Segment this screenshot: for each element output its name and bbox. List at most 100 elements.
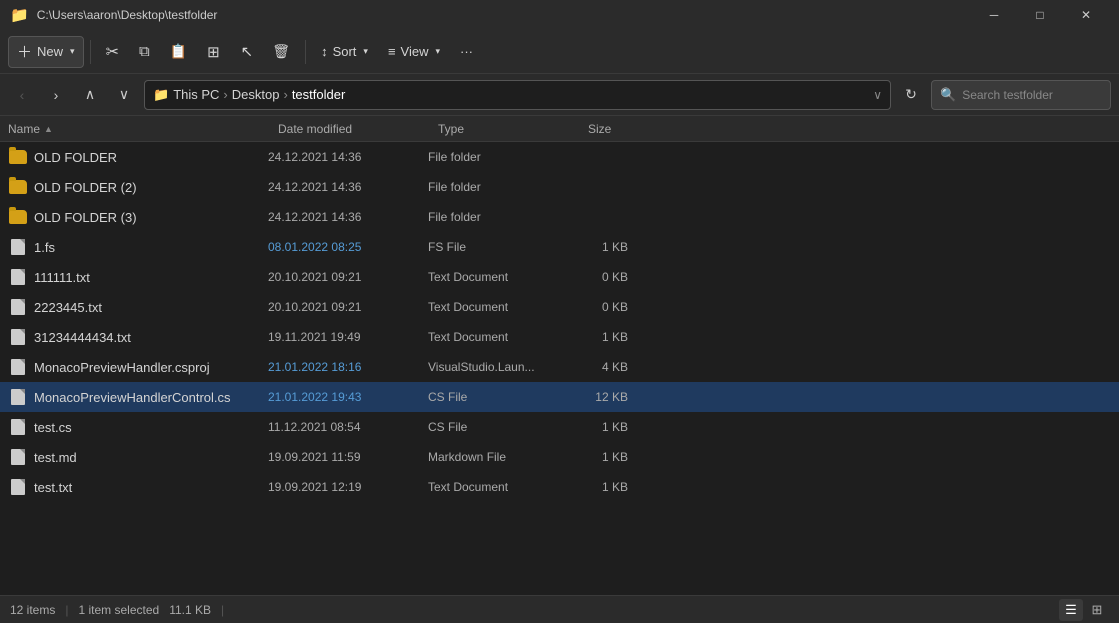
- delete-button[interactable]: 🗑: [263, 36, 299, 68]
- up-button[interactable]: ∧: [76, 81, 104, 109]
- details-view-button[interactable]: ☰: [1059, 599, 1083, 621]
- file-type: CS File: [428, 420, 578, 434]
- table-row[interactable]: OLD FOLDER (3)24.12.2021 14:36File folde…: [0, 202, 1119, 232]
- forward-button[interactable]: ›: [42, 81, 70, 109]
- title-bar-folder-icon: 📁: [10, 6, 29, 24]
- search-input[interactable]: [962, 88, 1102, 102]
- file-name: OLD FOLDER (2): [8, 177, 268, 197]
- file-name-text: MonacoPreviewHandler.csproj: [34, 360, 210, 375]
- address-bar-input[interactable]: 📁 This PC › Desktop › testfolder ∨: [144, 80, 891, 110]
- back-button[interactable]: ‹: [8, 81, 36, 109]
- refresh-button[interactable]: ↻: [897, 81, 925, 109]
- table-row[interactable]: test.md19.09.2021 11:59Markdown File1 KB: [0, 442, 1119, 472]
- file-type: Text Document: [428, 270, 578, 284]
- title-bar-path: C:\Users\aaron\Desktop\testfolder: [37, 8, 963, 22]
- toolbar-separator-2: [305, 40, 306, 64]
- table-row[interactable]: OLD FOLDER24.12.2021 14:36File folder: [0, 142, 1119, 172]
- view-label: View: [401, 44, 429, 59]
- file-size: 1 KB: [578, 450, 648, 464]
- file-date: 21.01.2022 18:16: [268, 360, 428, 374]
- file-name: 111111.txt: [8, 267, 268, 287]
- col-header-size[interactable]: Size: [588, 122, 658, 136]
- col-header-name[interactable]: Name ▲: [8, 122, 278, 136]
- file-icon: [8, 297, 28, 317]
- file-name: MonacoPreviewHandler.csproj: [8, 357, 268, 377]
- file-size: 1 KB: [578, 240, 648, 254]
- toolbar-separator-1: [90, 40, 91, 64]
- breadcrumb: This PC › Desktop › testfolder: [173, 87, 869, 102]
- file-icon: [8, 477, 28, 497]
- file-list: OLD FOLDER24.12.2021 14:36File folderOLD…: [0, 142, 1119, 595]
- address-folder-icon: 📁: [153, 87, 169, 103]
- copy2-button[interactable]: ⊞: [198, 36, 229, 68]
- file-name-text: OLD FOLDER: [34, 150, 117, 165]
- file-name-text: OLD FOLDER (2): [34, 180, 137, 195]
- file-name: 2223445.txt: [8, 297, 268, 317]
- selected-count: 1 item selected: [78, 603, 159, 617]
- file-name: OLD FOLDER (3): [8, 207, 268, 227]
- file-size: 4 KB: [578, 360, 648, 374]
- sort-button[interactable]: ↕ Sort ▾: [312, 36, 377, 68]
- maximize-button[interactable]: □: [1017, 0, 1063, 30]
- table-row[interactable]: OLD FOLDER (2)24.12.2021 14:36File folde…: [0, 172, 1119, 202]
- file-date: 21.01.2022 19:43: [268, 390, 428, 404]
- tiles-view-button[interactable]: ⊞: [1085, 599, 1109, 621]
- down-button[interactable]: ∨: [110, 81, 138, 109]
- table-row[interactable]: test.cs11.12.2021 08:54CS File1 KB: [0, 412, 1119, 442]
- table-row[interactable]: 2223445.txt20.10.2021 09:21Text Document…: [0, 292, 1119, 322]
- col-header-date[interactable]: Date modified: [278, 122, 438, 136]
- table-row[interactable]: 1.fs08.01.2022 08:25FS File1 KB: [0, 232, 1119, 262]
- table-row[interactable]: 31234444434.txt19.11.2021 19:49Text Docu…: [0, 322, 1119, 352]
- more-icon: ···: [460, 44, 473, 59]
- file-name-text: 31234444434.txt: [34, 330, 131, 345]
- search-icon: 🔍: [940, 87, 956, 103]
- copy2-icon: ⊞: [207, 43, 220, 61]
- copy-button[interactable]: ⧉: [130, 36, 159, 68]
- paste-button[interactable]: 📋: [161, 36, 196, 68]
- file-name-text: 111111.txt: [34, 270, 90, 285]
- new-button[interactable]: ＋ New ▾: [8, 36, 84, 68]
- file-name-text: 2223445.txt: [34, 300, 102, 315]
- delete-icon: 🗑: [272, 43, 290, 60]
- file-name-text: MonacoPreviewHandlerControl.cs: [34, 390, 231, 405]
- column-header: Name ▲ Date modified Type Size: [0, 116, 1119, 142]
- share-button[interactable]: ↗: [231, 36, 262, 68]
- new-label: New: [37, 44, 63, 59]
- col-header-type[interactable]: Type: [438, 122, 588, 136]
- file-name: 31234444434.txt: [8, 327, 268, 347]
- file-icon: [8, 417, 28, 437]
- sort-label: Sort: [333, 44, 357, 59]
- sort-chevron-icon: ▾: [363, 46, 368, 57]
- file-name: test.txt: [8, 477, 268, 497]
- cut-button[interactable]: ✂: [97, 36, 128, 68]
- file-name-text: OLD FOLDER (3): [34, 210, 137, 225]
- minimize-button[interactable]: ─: [971, 0, 1017, 30]
- table-row[interactable]: test.txt19.09.2021 12:19Text Document1 K…: [0, 472, 1119, 502]
- close-button[interactable]: ✕: [1063, 0, 1109, 30]
- new-chevron-icon: ▾: [70, 46, 75, 57]
- table-row[interactable]: MonacoPreviewHandler.csproj 21.01.2022 18…: [0, 352, 1119, 382]
- view-button[interactable]: ≡ View ▾: [379, 36, 449, 68]
- file-name-text: 1.fs: [34, 240, 55, 255]
- file-date: 08.01.2022 08:25: [268, 240, 428, 254]
- search-container[interactable]: 🔍: [931, 80, 1111, 110]
- file-type: Text Document: [428, 480, 578, 494]
- file-name-text: test.cs: [34, 420, 72, 435]
- table-row[interactable]: MonacoPreviewHandlerControl.cs 21.01.2022…: [0, 382, 1119, 412]
- folder-icon: [8, 207, 28, 227]
- file-area: Name ▲ Date modified Type Size OLD FOLDE…: [0, 116, 1119, 595]
- file-type: VisualStudio.Laun...: [428, 360, 578, 374]
- status-sep-1: |: [65, 603, 68, 617]
- address-dropdown-icon[interactable]: ∨: [873, 88, 882, 102]
- table-row[interactable]: 111111.txt20.10.2021 09:21Text Document0…: [0, 262, 1119, 292]
- file-date: 11.12.2021 08:54: [268, 420, 428, 434]
- breadcrumb-sep-1: ›: [223, 87, 227, 102]
- file-date: 24.12.2021 14:36: [268, 180, 428, 194]
- file-name: MonacoPreviewHandlerControl.cs: [8, 387, 268, 407]
- file-icon: [8, 237, 28, 257]
- breadcrumb-this-pc: This PC: [173, 87, 219, 102]
- more-options-button[interactable]: ···: [451, 36, 482, 68]
- file-type: CS File: [428, 390, 578, 404]
- file-type: Text Document: [428, 330, 578, 344]
- breadcrumb-testfolder: testfolder: [292, 87, 345, 102]
